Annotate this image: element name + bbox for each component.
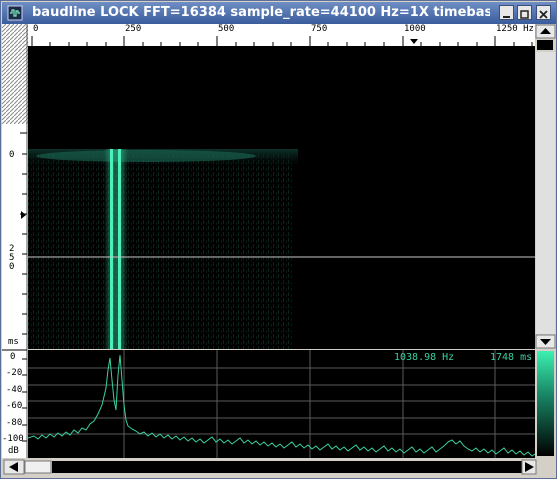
app-icon[interactable] bbox=[7, 5, 23, 21]
frequency-marker-icon[interactable] bbox=[410, 39, 418, 44]
db-label-40: -40 bbox=[6, 385, 23, 395]
time-readout: 1748 ms bbox=[490, 352, 533, 363]
maximize-icon bbox=[520, 10, 529, 19]
ruler-ticks bbox=[31, 36, 533, 46]
close-icon bbox=[539, 10, 548, 19]
maximize-button[interactable] bbox=[517, 5, 532, 20]
db-label-20: -20 bbox=[6, 368, 23, 378]
tone-line-2 bbox=[118, 149, 121, 349]
minimize-button[interactable] bbox=[499, 5, 514, 20]
frequency-readout: 1038.98 Hz bbox=[394, 352, 455, 363]
vertical-scrollbar[interactable] bbox=[535, 24, 556, 458]
spectrogram-noise bbox=[28, 154, 293, 349]
window-title: baudline LOCK FFT=16384 sample_rate=4410… bbox=[32, 5, 490, 20]
db-label-80: -80 bbox=[6, 418, 23, 428]
freq-tick-1250: 1250 Hz bbox=[496, 24, 534, 34]
close-button[interactable] bbox=[536, 5, 551, 20]
db-label-60: -60 bbox=[6, 401, 23, 411]
hscroll-graphics bbox=[2, 458, 556, 478]
spectrum-graph[interactable]: 1038.98 Hz 1748 ms bbox=[28, 350, 535, 458]
freq-tick-250: 250 bbox=[125, 24, 142, 34]
spectrogram-graphics bbox=[28, 149, 535, 349]
db-label-0: 0 bbox=[10, 352, 16, 362]
scroll-thumb[interactable] bbox=[537, 40, 553, 50]
freq-tick-750: 750 bbox=[311, 24, 328, 34]
hscroll-thumb[interactable] bbox=[24, 460, 52, 474]
title-bar[interactable]: baudline LOCK FFT=16384 sample_rate=4410… bbox=[2, 2, 556, 24]
color-scale-bar[interactable] bbox=[537, 351, 554, 456]
spectrum-trace bbox=[28, 354, 535, 457]
horizontal-scrollbar[interactable] bbox=[2, 458, 556, 478]
time-label-0b: 0 bbox=[9, 262, 15, 272]
spectrum-graphics bbox=[28, 350, 535, 458]
time-marker-icon[interactable] bbox=[21, 211, 26, 219]
freq-tick-0: 0 bbox=[33, 24, 39, 34]
freq-tick-1000: 1000 bbox=[404, 24, 426, 34]
time-label-0: 0 bbox=[9, 150, 15, 160]
hatched-area bbox=[2, 24, 28, 124]
left-axis-panel: 0 2 5 0 0 ms 0 -20 -40 -60 -80 -100 dB bbox=[2, 24, 28, 458]
baudline-window: baudline LOCK FFT=16384 sample_rate=4410… bbox=[0, 0, 557, 479]
freq-tick-500: 500 bbox=[218, 24, 235, 34]
right-panel-graphics bbox=[535, 24, 556, 456]
db-unit-label: dB bbox=[8, 446, 19, 456]
time-unit-label: ms bbox=[8, 337, 19, 347]
spectrogram-display[interactable] bbox=[28, 46, 535, 349]
frequency-ruler[interactable]: 0 250 500 750 1000 1250 Hz bbox=[28, 24, 535, 47]
db-label-100: -100 bbox=[2, 434, 24, 444]
minimize-icon bbox=[503, 16, 510, 18]
